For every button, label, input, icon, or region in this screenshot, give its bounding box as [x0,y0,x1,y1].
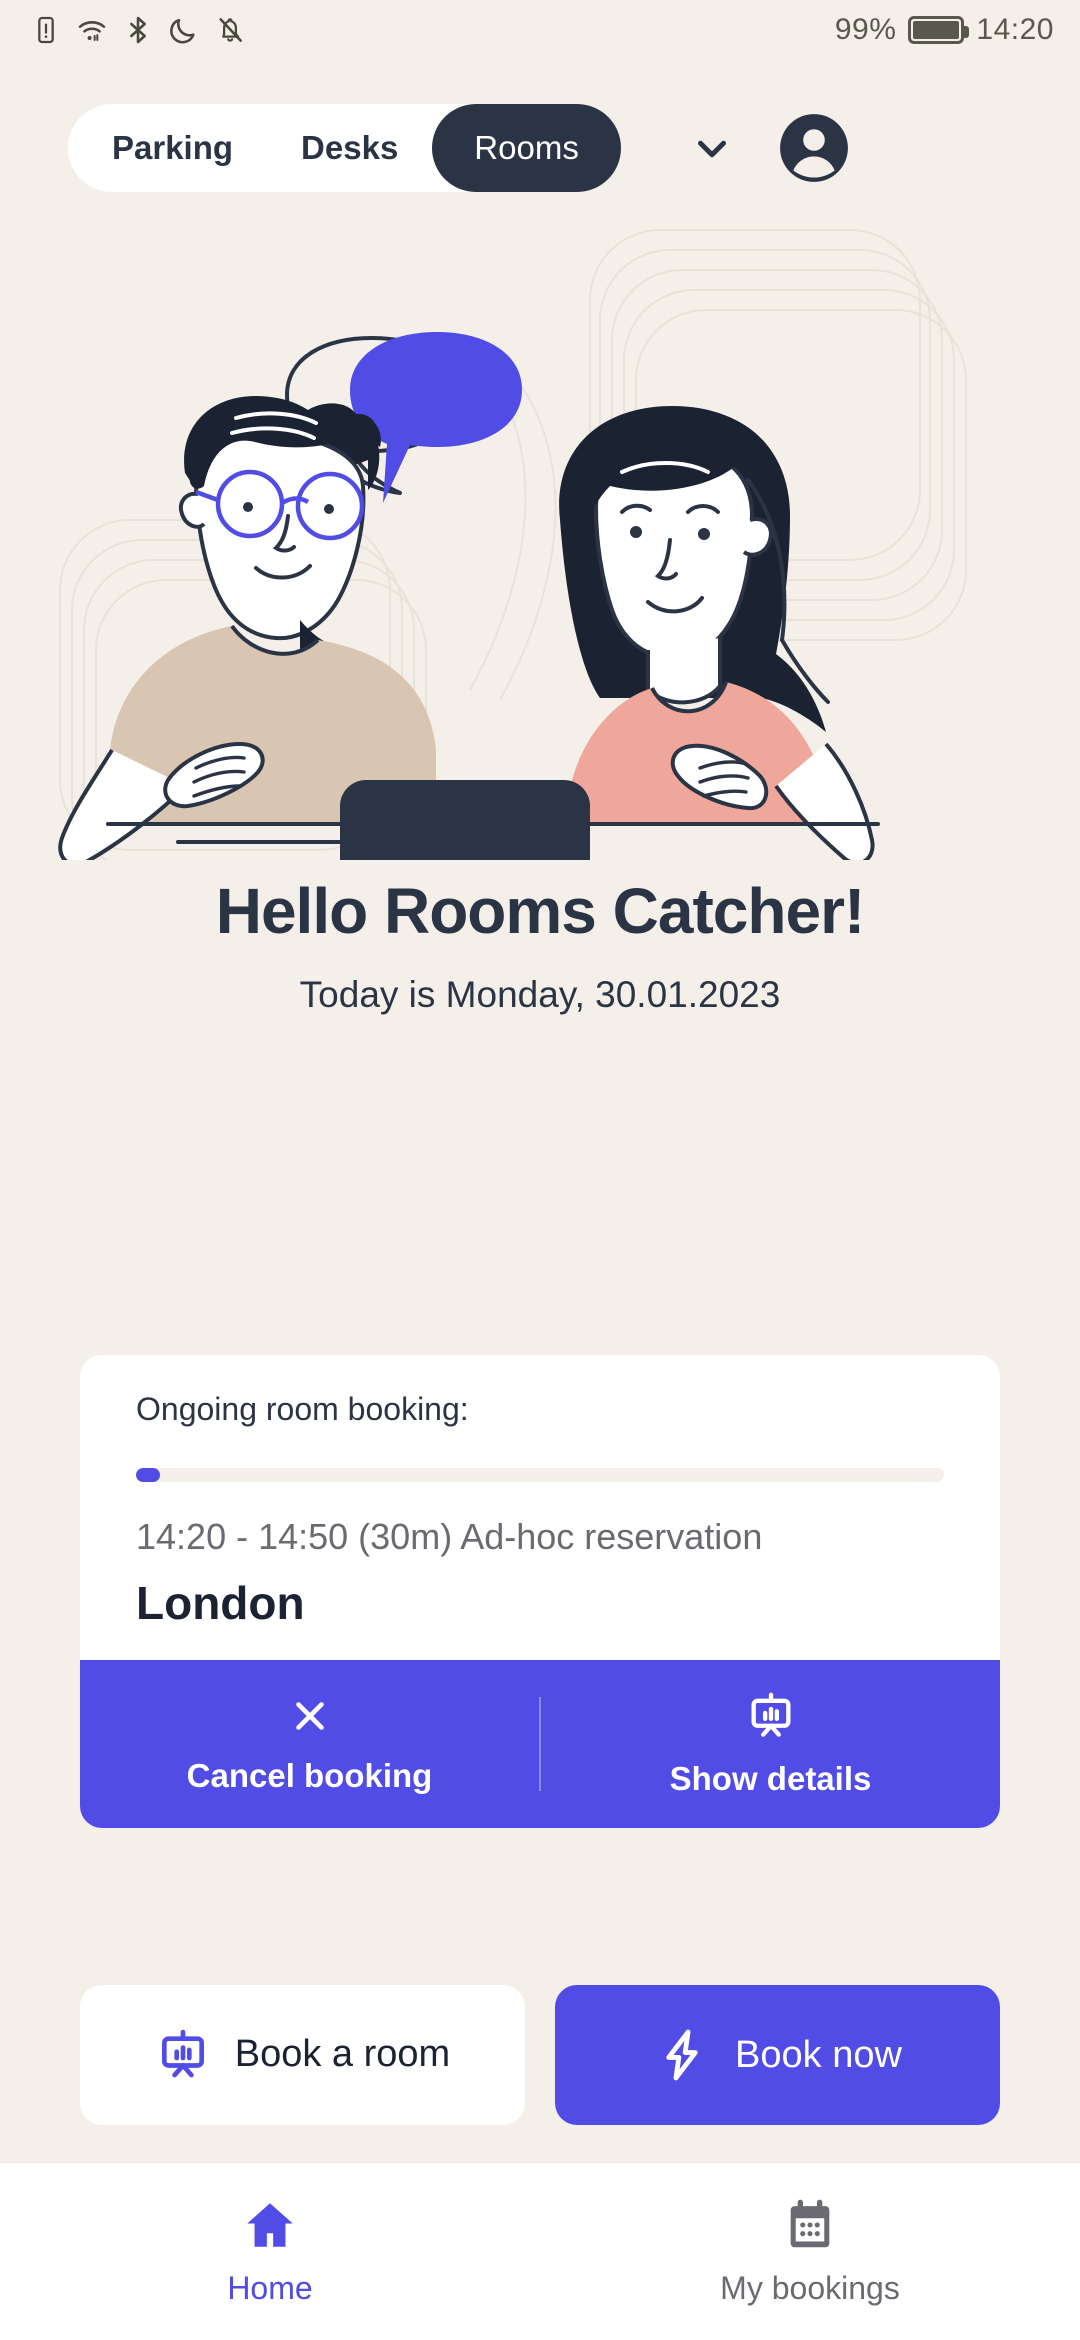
nav-item-home[interactable]: Home [0,2196,540,2307]
status-bar-right: 99% 14:20 [835,13,1054,47]
battery-percent: 99% [834,13,897,46]
page-title: Hello Rooms Catcher! [215,875,866,947]
lightning-bolt-icon [666,2029,698,2081]
hero-illustration [0,220,1080,860]
notifications-muted-icon [219,18,242,42]
presentation-board-icon [751,1692,790,1737]
cancel-booking-button[interactable]: Cancel booking [80,1660,539,1828]
tab-rooms[interactable]: Rooms [432,104,621,192]
status-bar: 99% 14:20 [0,0,1080,60]
show-details-button[interactable]: Show details [541,1660,1000,1828]
tab-desks[interactable]: Desks [267,104,432,192]
booking-time-range: 14:20 - 14:50 (30m) Ad-hoc reservation [136,1516,763,1557]
quick-actions-row: Book a room Book now [80,1985,1000,2125]
home-icon [247,2203,293,2247]
battery-icon [908,16,970,44]
chevron-down-icon[interactable] [689,125,735,171]
bottom-navigation: Home My bookings [0,2162,1080,2340]
top-bar: Parking Desks Rooms [0,88,1080,208]
booking-progress-fill [136,1468,161,1482]
clock: 14:20 [976,13,1054,46]
booking-card-body: Ongoing room booking: 14:20 - 14:50 (30m… [80,1355,1000,1660]
calendar-icon [790,2199,830,2248]
ongoing-booking-card: Ongoing room booking: 14:20 - 14:50 (30m… [80,1355,1000,1828]
booking-progress-bar [136,1468,944,1482]
booking-card-actions: Cancel booking Show details [80,1660,1000,1828]
bluetooth-icon [130,16,146,44]
wifi-icon [78,21,106,41]
do-not-disturb-icon [170,18,195,44]
tab-parking[interactable]: Parking [68,104,267,192]
book-a-room-button[interactable]: Book a room [80,1985,525,2125]
book-now-label: Book now [735,2033,902,2076]
presentation-board-icon [161,2029,204,2078]
page-subtitle: Today is Monday, 30.01.2023 [299,974,781,1015]
section-tabs: Parking Desks Rooms [68,104,621,192]
show-details-label: Show details [669,1760,872,1797]
nav-label-home: Home [227,2270,313,2306]
two-people-with-laptop-illustration [58,229,967,860]
account-avatar-icon[interactable] [777,111,851,185]
close-icon [295,1702,324,1730]
book-now-button[interactable]: Book now [555,1985,1000,2125]
book-a-room-label: Book a room [234,2033,451,2076]
sim-warning-icon [38,16,54,44]
status-bar-icons [30,14,246,46]
cancel-booking-label: Cancel booking [186,1757,433,1794]
booking-card-title: Ongoing room booking: [136,1391,469,1427]
nav-item-my-bookings[interactable]: My bookings [540,2196,1080,2307]
booking-room-name: London [136,1577,305,1629]
nav-label-my-bookings: My bookings [720,2270,900,2306]
